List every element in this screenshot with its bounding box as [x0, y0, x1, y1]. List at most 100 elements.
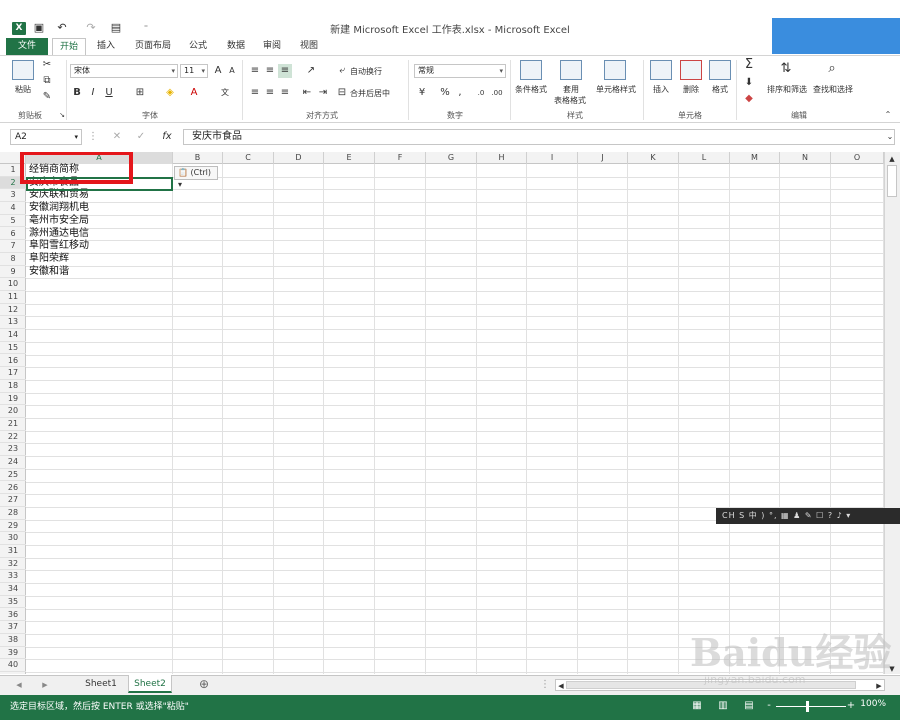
decrease-indent-icon[interactable]: ⇤ — [300, 86, 314, 100]
row-header-18[interactable]: 18 — [0, 380, 26, 393]
row-header-35[interactable]: 35 — [0, 596, 26, 609]
row-header-16[interactable]: 16 — [0, 355, 26, 368]
increase-decimal-icon[interactable]: .0 — [474, 86, 488, 100]
copy-icon[interactable]: ⧉ — [40, 74, 54, 88]
row-header-32[interactable]: 32 — [0, 558, 26, 571]
font-name-select[interactable]: 宋体 ▾ — [70, 64, 178, 78]
row-header-34[interactable]: 34 — [0, 583, 26, 596]
align-middle-icon[interactable]: ≡ — [263, 64, 277, 78]
cell-a3[interactable]: 安庆联和贸易 — [29, 189, 89, 202]
insert-cells-button[interactable]: 插入 — [646, 84, 676, 95]
align-center-icon[interactable]: ≡ — [263, 86, 277, 100]
zoom-in-button[interactable]: + — [846, 699, 856, 713]
phonetic-icon[interactable]: 文 — [216, 86, 234, 100]
border-icon[interactable]: ⊞ — [132, 86, 148, 100]
italic-button[interactable]: I — [86, 86, 100, 100]
cell-a5[interactable]: 亳州市安全局 — [29, 215, 89, 228]
tab-insert[interactable]: 插入 — [92, 38, 120, 55]
scroll-right-icon[interactable]: ▶ — [874, 679, 884, 693]
wrap-text-button[interactable]: 自动换行 — [350, 66, 390, 77]
expand-formula-icon[interactable]: ⌄ — [884, 130, 896, 144]
zoom-slider[interactable] — [776, 706, 846, 707]
paste-icon[interactable] — [12, 60, 34, 80]
sheet-tab-2[interactable]: Sheet2 — [128, 675, 172, 693]
sort-filter-button[interactable]: 排序和筛选 — [764, 84, 810, 95]
insert-cells-icon[interactable] — [650, 60, 672, 80]
vertical-scrollbar[interactable] — [884, 152, 900, 674]
row-header-10[interactable]: 10 — [0, 278, 26, 291]
comma-button[interactable]: , — [454, 86, 466, 100]
row-header-33[interactable]: 33 — [0, 570, 26, 584]
align-right-icon[interactable]: ≡ — [278, 86, 292, 100]
column-header-b[interactable]: B — [173, 152, 223, 164]
row-header-14[interactable]: 14 — [0, 329, 26, 342]
row-header-4[interactable]: 4 — [0, 202, 26, 215]
row-header-24[interactable]: 24 — [0, 456, 26, 469]
row-header-15[interactable]: 15 — [0, 342, 26, 355]
page-break-view-icon[interactable]: ▤ — [742, 699, 756, 713]
column-header-i[interactable]: I — [527, 152, 578, 164]
row-header-19[interactable]: 19 — [0, 393, 26, 406]
row-header-3[interactable]: 3 — [0, 189, 26, 203]
cell-a7[interactable]: 阜阳雪红移动 — [29, 240, 89, 253]
cell-a4[interactable]: 安徽润翔机电 — [29, 202, 89, 215]
tab-home[interactable]: 开始 — [52, 38, 86, 55]
format-painter-icon[interactable]: ✎ — [40, 90, 54, 104]
column-header-c[interactable]: C — [223, 152, 274, 164]
fill-icon[interactable]: ⬇ — [742, 76, 756, 90]
number-format-select[interactable]: 常规 ▾ — [414, 64, 506, 78]
formula-input[interactable]: 安庆市食品 — [183, 129, 895, 145]
cell-a9[interactable]: 安徽和谐 — [29, 266, 69, 279]
find-select-button[interactable]: 查找和选择 — [810, 84, 856, 95]
row-header-6[interactable]: 6 — [0, 228, 26, 241]
underline-button[interactable]: U — [102, 86, 116, 100]
delete-cells-button[interactable]: 删除 — [676, 84, 706, 95]
format-table-icon[interactable] — [560, 60, 582, 80]
row-header-37[interactable]: 37 — [0, 621, 26, 634]
align-top-icon[interactable]: ≡ — [248, 64, 262, 78]
paste-button[interactable]: 粘贴 — [8, 84, 38, 95]
row-header-9[interactable]: 9 — [0, 266, 26, 279]
row-header-7[interactable]: 7 — [0, 240, 26, 253]
row-header-13[interactable]: 13 — [0, 316, 26, 330]
collapse-ribbon-icon[interactable]: ⌃ — [882, 108, 894, 122]
tab-view[interactable]: 视图 — [295, 38, 323, 55]
page-layout-view-icon[interactable]: ▥ — [716, 699, 730, 713]
row-header-25[interactable]: 25 — [0, 469, 26, 482]
row-header-23[interactable]: 23 — [0, 443, 26, 457]
conditional-format-button[interactable]: 条件格式 — [510, 84, 552, 95]
format-cells-icon[interactable] — [709, 60, 731, 80]
zoom-out-button[interactable]: - — [764, 699, 774, 713]
align-bottom-icon[interactable]: ≡ — [278, 64, 292, 78]
format-table-label-1[interactable]: 套用 — [552, 84, 590, 95]
conditional-format-icon[interactable] — [520, 60, 542, 80]
row-header-38[interactable]: 38 — [0, 634, 26, 647]
font-size-select[interactable]: 11 ▾ — [180, 64, 208, 78]
row-header-17[interactable]: 17 — [0, 367, 26, 380]
enter-icon[interactable]: ✓ — [134, 130, 148, 144]
row-header-21[interactable]: 21 — [0, 418, 26, 431]
column-header-g[interactable]: G — [426, 152, 477, 164]
prev-sheet-icon[interactable]: ◀ — [14, 678, 24, 692]
column-header-d[interactable]: D — [274, 152, 324, 164]
paste-options-button[interactable]: 📋 (Ctrl) ▾ — [174, 166, 218, 189]
row-header-30[interactable]: 30 — [0, 532, 26, 545]
cell-a6[interactable]: 滁州通达电信 — [29, 228, 89, 241]
tab-file[interactable]: 文件 — [6, 38, 48, 55]
sheet-tab-1[interactable]: Sheet1 — [78, 675, 124, 693]
column-header-l[interactable]: L — [679, 152, 730, 164]
row-header-12[interactable]: 12 — [0, 304, 26, 317]
column-header-h[interactable]: H — [477, 152, 527, 164]
clear-icon[interactable]: ◆ — [742, 92, 756, 106]
cell-styles-icon[interactable] — [604, 60, 626, 80]
row-header-5[interactable]: 5 — [0, 215, 26, 228]
bold-button[interactable]: B — [70, 86, 84, 100]
cell-a8[interactable]: 阜阳荣辉 — [29, 253, 69, 266]
increase-indent-icon[interactable]: ⇥ — [316, 86, 330, 100]
row-header-8[interactable]: 8 — [0, 253, 26, 266]
cut-icon[interactable]: ✂ — [40, 58, 54, 72]
row-header-27[interactable]: 27 — [0, 494, 26, 507]
orientation-icon[interactable]: ↗ — [302, 64, 320, 78]
row-header-36[interactable]: 36 — [0, 609, 26, 622]
worksheet-grid[interactable]: ABCDEFGHIJKLMNO 1 2 3 4 5 6 7 8 9 10 11 12 13 14 15 16 1… — [0, 152, 884, 674]
